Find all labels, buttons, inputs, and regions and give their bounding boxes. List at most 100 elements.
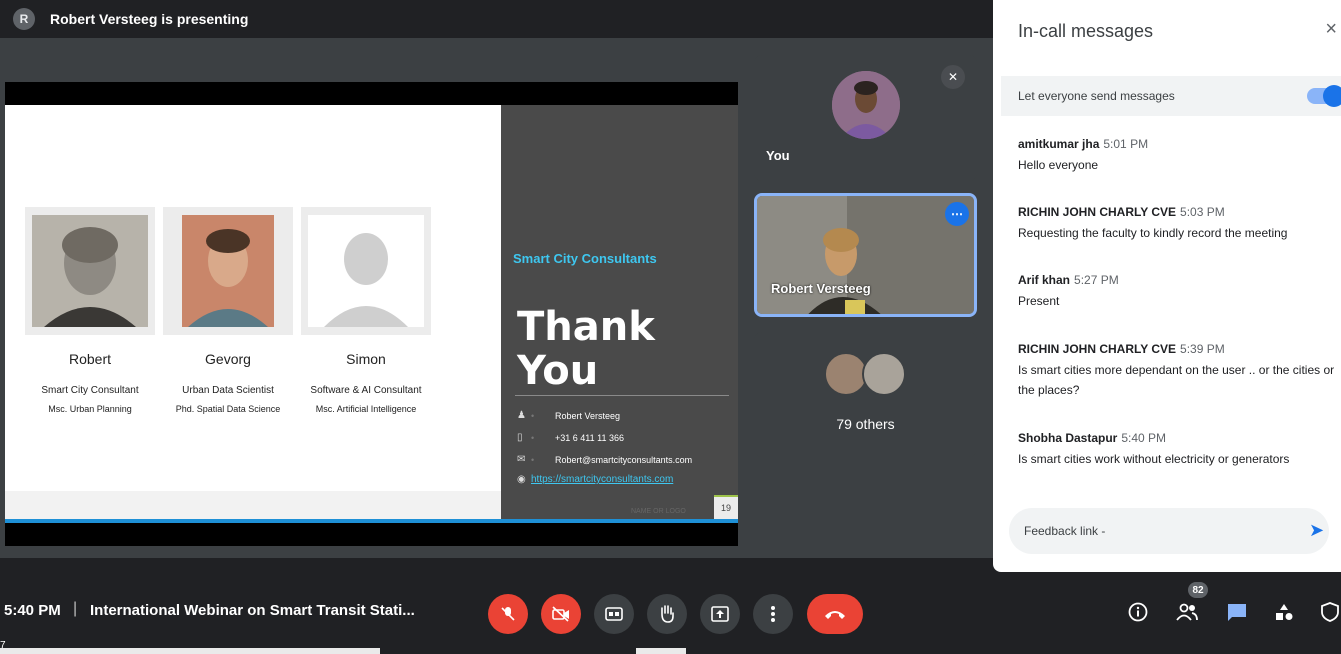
mic-off-icon: ✕ <box>941 65 965 89</box>
send-icon[interactable]: ➤ <box>1309 520 1329 540</box>
meeting-clock: 5:40 PM <box>4 602 61 619</box>
allow-messages-row: Let everyone send messages <box>1001 76 1341 116</box>
message-sender: RICHIN JOHN CHARLY CVE <box>1018 342 1177 356</box>
slide-page-number: 19 <box>714 495 738 519</box>
divider <box>515 395 729 396</box>
toggle-knob <box>1323 85 1341 107</box>
message-sender: Arif khan <box>1018 273 1071 287</box>
message-input[interactable]: Feedback link - ➤ <box>1009 508 1329 554</box>
captions-button[interactable] <box>594 594 634 634</box>
allow-messages-label: Let everyone send messages <box>1018 89 1175 103</box>
thank-you-heading: Thank You <box>517 305 655 393</box>
bullet-icon: • <box>531 432 535 443</box>
activities-icon <box>1276 604 1293 620</box>
member-degree: Msc. Urban Planning <box>48 404 132 414</box>
call-controls-bar: 5:40 PM | International Webinar on Smart… <box>0 572 1341 654</box>
leave-call-button[interactable] <box>807 594 863 634</box>
globe-icon: ◉ <box>517 474 526 485</box>
contact-email-text: Robert@smartcityconsultants.com <box>555 454 693 465</box>
participant-tile-you[interactable]: ✕ You <box>754 55 977 181</box>
you-line: You <box>517 348 599 394</box>
participants-button[interactable] <box>1175 600 1199 624</box>
meeting-title: International Webinar on Smart Transit S… <box>90 602 415 619</box>
footer-logo-placeholder: NAME OR LOGO <box>631 508 686 515</box>
presenter-status-text: Robert Versteeg is presenting <box>50 11 249 27</box>
member-degree: Msc. Artificial Intelligence <box>315 404 417 414</box>
thank-line: Thank <box>517 304 655 350</box>
placeholder-avatar-icon <box>308 215 424 327</box>
message-time: 5:40 PM <box>1121 431 1167 445</box>
camera-off-button[interactable] <box>541 594 581 634</box>
member-photo-frame <box>25 207 155 335</box>
chat-button[interactable] <box>1225 600 1249 624</box>
mic-off-icon <box>501 607 515 621</box>
allow-messages-toggle[interactable] <box>1307 85 1341 107</box>
message-text: Requesting the faculty to kindly record … <box>1018 226 1288 240</box>
participant-tile-others[interactable]: 79 others <box>754 332 977 457</box>
slide-thankyou-section: Smart City Consultants Thank You ♟ • Robe… <box>501 105 738 523</box>
raise-hand-button[interactable] <box>647 594 687 634</box>
microphone-off-button[interactable] <box>488 594 528 634</box>
avatar <box>832 71 900 139</box>
website-link[interactable]: https://smartcityconsultants.com <box>531 474 673 485</box>
message-input-value: Feedback link - <box>1024 524 1106 538</box>
presenter-bar: R Robert Versteeg is presenting <box>0 0 993 38</box>
presenter-avatar: R <box>13 8 35 30</box>
present-icon <box>711 606 729 622</box>
hand-icon <box>661 605 674 623</box>
slide-team-section: Robert Smart City Consultant Msc. Urban … <box>5 105 501 523</box>
host-controls-button[interactable] <box>1318 600 1341 624</box>
shield-icon <box>1321 602 1339 622</box>
activities-button[interactable] <box>1272 600 1296 624</box>
phone-icon: ▯ <box>517 432 523 443</box>
team-member-simon: Simon Software & AI Consultant Msc. Arti… <box>301 207 431 414</box>
bullet-icon: • <box>531 454 535 465</box>
message-sender: Shobha Dastapur <box>1018 431 1118 445</box>
more-options-icon[interactable]: ⋯ <box>945 202 969 226</box>
more-vert-icon <box>771 606 775 622</box>
member-role: Urban Data Scientist <box>182 385 274 396</box>
slide-footer-strip <box>5 491 501 519</box>
participants-count-badge: 82 <box>1188 582 1208 598</box>
message-text: Present <box>1018 294 1060 308</box>
slide-accent-bar <box>5 519 738 523</box>
chat-message: RICHIN JOHN CHARLY CVE 5:39 PM Is smart c… <box>1018 342 1338 400</box>
member-name: Gevorg <box>205 351 251 367</box>
contact-phone-text: +31 6 411 11 366 <box>555 432 624 443</box>
chat-message: amitkumar jha 5:01 PM Hello everyone <box>1018 137 1338 175</box>
member-photo <box>32 215 148 327</box>
mail-icon: ✉ <box>517 454 526 465</box>
participant-tile-robert[interactable]: ⋯ Robert Versteeg <box>754 193 977 317</box>
member-role: Smart City Consultant <box>41 385 139 396</box>
member-role: Software & AI Consultant <box>310 385 422 396</box>
panel-title: In-call messages <box>1018 21 1154 41</box>
person-icon: ♟ <box>517 410 526 421</box>
others-avatar-group <box>824 352 906 396</box>
message-time: 5:27 PM <box>1074 273 1119 287</box>
chat-message: RICHIN JOHN CHARLY CVE 5:03 PM Requesting… <box>1018 205 1338 243</box>
others-count: 79 others <box>836 416 895 432</box>
chat-message: Arif khan 5:27 PM Present <box>1018 273 1338 311</box>
contact-email: ✉ • Robert@smartcityconsultants.com <box>517 454 692 465</box>
info-icon <box>1128 602 1148 622</box>
meeting-details-button[interactable] <box>1126 600 1150 624</box>
contact-phone: ▯ • +31 6 411 11 366 <box>517 432 624 443</box>
hang-up-icon <box>825 611 845 619</box>
message-sender: RICHIN JOHN CHARLY CVE <box>1018 205 1177 219</box>
taskbar-strip <box>636 648 686 654</box>
video-feed <box>757 196 974 314</box>
message-text: Hello everyone <box>1018 158 1099 172</box>
in-call-messages-panel: In-call messages × Let everyone send mes… <box>993 0 1341 572</box>
participant-name: You <box>766 148 790 163</box>
message-text: Is smart cities more dependant on the us… <box>1018 363 1335 397</box>
more-options-button[interactable] <box>753 594 793 634</box>
team-member-gevorg: Gevorg Urban Data Scientist Phd. Spatial… <box>163 207 293 414</box>
close-icon[interactable]: × <box>1325 18 1337 41</box>
member-photo <box>182 215 274 327</box>
chat-message: Shobha Dastapur 5:40 PM Is smart cities w… <box>1018 431 1338 469</box>
present-screen-button[interactable] <box>700 594 740 634</box>
contact-website: ◉ https://smartcityconsultants.com <box>517 474 673 485</box>
participant-name: Robert Versteeg <box>771 281 871 296</box>
separator: | <box>73 600 78 617</box>
message-time: 5:03 PM <box>1180 205 1225 219</box>
